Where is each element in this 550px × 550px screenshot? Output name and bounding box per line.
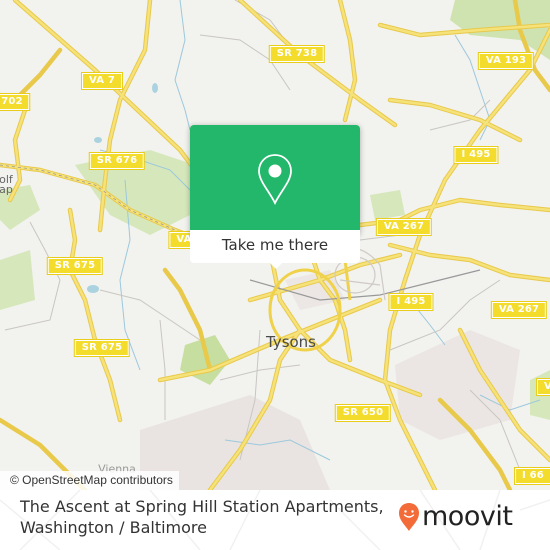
road-shield-va-7: VA 7	[80, 72, 124, 90]
map-pin-icon	[258, 154, 292, 205]
place-label-tysons: Tysons	[265, 333, 317, 351]
road-shield-i-495-south: I 495	[388, 293, 434, 311]
road-shield-va-267-west: VA 267	[375, 218, 433, 236]
pond	[87, 285, 99, 293]
metro-line	[249, 269, 481, 301]
road-shield-sr-738: SR 738	[268, 45, 326, 63]
location-title: The Ascent at Spring Hill Station Apartm…	[20, 496, 384, 538]
footer: The Ascent at Spring Hill Station Apartm…	[0, 490, 550, 550]
location-region: Washington / Baltimore	[20, 518, 207, 537]
location-name: The Ascent at Spring Hill Station Apartm…	[20, 497, 384, 516]
road-shield-sr-675-north: SR 675	[46, 257, 104, 275]
moovit-wordmark: moovit	[422, 501, 513, 532]
road-shield-i-66: I 66	[514, 467, 550, 485]
road-shield-i-495-north: I 495	[453, 146, 499, 164]
map-view[interactable]: Tysons Vienna olf ap VA 7 702 SR 738 VA …	[0, 0, 550, 490]
road-shield-va-267-east: VA 267	[490, 301, 548, 319]
location-popup: Take me there	[190, 125, 360, 269]
pond	[152, 83, 158, 93]
park	[0, 250, 35, 310]
take-me-there-button[interactable]: Take me there	[190, 230, 360, 263]
pond	[94, 137, 102, 143]
map-attribution[interactable]: © OpenStreetMap contributors	[0, 471, 179, 490]
popup-pointer	[268, 261, 284, 269]
park	[530, 370, 550, 420]
park	[370, 190, 405, 220]
road-shield-sr-675-south: SR 675	[73, 339, 131, 357]
moovit-pin-icon	[399, 503, 419, 531]
moovit-logo[interactable]: moovit	[398, 501, 513, 532]
road-shield-702: 702	[0, 93, 31, 111]
road-shield-sr-650: SR 650	[334, 404, 392, 422]
road-shield-sr-676: SR 676	[88, 152, 146, 170]
road-shield-va-193: VA 193	[477, 52, 535, 70]
place-label-wolf-trap: olf ap	[0, 173, 13, 196]
road-shield-v-partial: V	[536, 378, 550, 396]
popup-header	[190, 125, 360, 230]
